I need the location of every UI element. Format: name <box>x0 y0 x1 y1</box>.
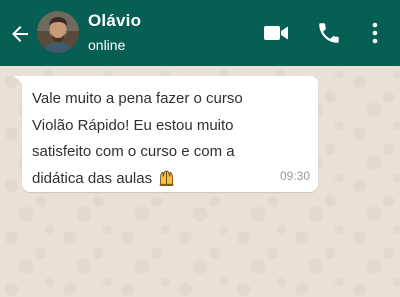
back-arrow-icon[interactable] <box>8 22 32 46</box>
chat-screen: Olávio online Vale muito a pena fazer o … <box>0 0 400 297</box>
chat-header: Olávio online <box>0 0 400 66</box>
contact-name[interactable]: Olávio <box>88 11 141 31</box>
message-text-block: Vale muito a pena fazer o curso Violão R… <box>32 86 282 192</box>
contact-status: online <box>88 37 126 53</box>
raising-hands-emoji-icon <box>159 170 174 186</box>
more-options-icon[interactable] <box>363 20 387 46</box>
incoming-message-bubble[interactable]: Vale muito a pena fazer o curso Violão R… <box>22 76 318 192</box>
avatar[interactable] <box>37 11 79 53</box>
message-timestamp: 09:30 <box>279 169 310 183</box>
video-call-icon[interactable] <box>263 20 289 46</box>
phone-call-icon[interactable] <box>316 20 342 46</box>
avatar-photo <box>37 11 79 53</box>
message-text: Vale muito a pena fazer o curso Violão R… <box>32 90 243 187</box>
